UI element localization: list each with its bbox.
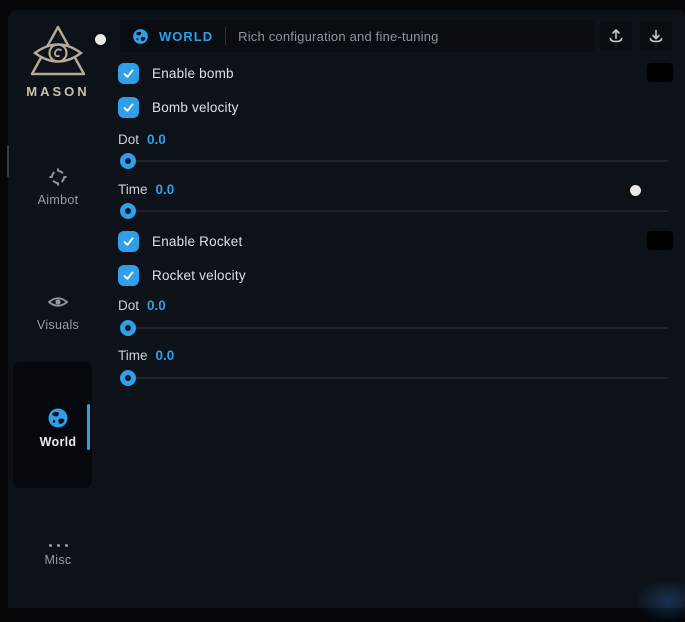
slider-handle[interactable]: [120, 153, 136, 169]
sidebar-item-world[interactable]: World: [8, 407, 108, 449]
brand-name: MASON: [8, 84, 108, 99]
enable-rocket-checkbox[interactable]: [118, 231, 139, 252]
rocket-time-slider[interactable]: [120, 369, 668, 386]
rocket-color-swatch[interactable]: [647, 231, 673, 250]
slider-name: Time: [118, 348, 148, 363]
page-header: WORLD Rich configuration and fine-tuning: [120, 20, 594, 52]
slider-value: 0.0: [147, 132, 166, 147]
toggle-label: Enable bomb: [152, 66, 234, 81]
toggle-row: Enable bomb: [118, 63, 234, 84]
bomb-color-swatch[interactable]: [647, 63, 673, 82]
sidebar-item-misc[interactable]: Misc: [8, 538, 108, 567]
slider-handle[interactable]: [120, 320, 136, 336]
slider-label: Time 0.0: [118, 348, 174, 363]
check-icon: [122, 235, 135, 248]
enable-bomb-checkbox[interactable]: [118, 63, 139, 84]
slider-value: 0.0: [147, 298, 166, 313]
slider-track[interactable]: [120, 327, 668, 329]
globe-icon: [8, 407, 108, 429]
toggle-row: Rocket velocity: [118, 265, 246, 286]
slider-name: Dot: [118, 298, 139, 313]
cheat-menu-window: [8, 10, 685, 608]
toggle-label: Rocket velocity: [152, 268, 246, 283]
download-icon: [648, 28, 664, 44]
eye-icon: [8, 292, 108, 312]
upload-icon: [608, 28, 624, 44]
import-config-button[interactable]: [640, 21, 672, 51]
all-seeing-eye-icon: [8, 24, 108, 80]
brand-logo: MASON: [8, 24, 108, 99]
toggle-row: Bomb velocity: [118, 97, 239, 118]
sidebar-item-visuals[interactable]: Visuals: [8, 292, 108, 332]
sidebar-item-label: Misc: [8, 553, 108, 567]
screen: MASON Aimbot Visuals: [0, 0, 685, 622]
check-icon: [122, 101, 135, 114]
sidebar-item-label: Aimbot: [8, 193, 108, 207]
rocket-velocity-checkbox[interactable]: [118, 265, 139, 286]
bomb-time-slider[interactable]: [120, 202, 668, 219]
page-subtitle: Rich configuration and fine-tuning: [238, 29, 438, 44]
slider-value: 0.0: [156, 348, 175, 363]
bomb-velocity-checkbox[interactable]: [118, 97, 139, 118]
page-title: WORLD: [159, 29, 213, 44]
ellipsis-icon: [8, 538, 108, 547]
toggle-label: Bomb velocity: [152, 100, 239, 115]
slider-track[interactable]: [120, 210, 668, 212]
globe-icon: [132, 28, 149, 45]
sidebar-item-label: World: [8, 435, 108, 449]
slider-label: Time 0.0: [118, 182, 174, 197]
slider-label: Dot 0.0: [118, 132, 166, 147]
slider-track[interactable]: [120, 160, 668, 162]
slider-name: Dot: [118, 132, 139, 147]
bomb-dot-slider[interactable]: [120, 152, 668, 169]
slider-label: Dot 0.0: [118, 298, 166, 313]
slider-track[interactable]: [120, 377, 668, 379]
slider-handle[interactable]: [120, 370, 136, 386]
header-divider: [225, 27, 226, 45]
corner-glow: [633, 578, 685, 622]
crosshair-icon: [8, 167, 108, 187]
check-icon: [122, 269, 135, 282]
cursor-dot: [630, 185, 641, 196]
check-icon: [122, 67, 135, 80]
slider-name: Time: [118, 182, 148, 197]
sidebar-item-aimbot[interactable]: Aimbot: [8, 167, 108, 207]
rocket-dot-slider[interactable]: [120, 319, 668, 336]
slider-value: 0.0: [156, 182, 175, 197]
sidebar-item-label: Visuals: [8, 318, 108, 332]
slider-handle[interactable]: [120, 203, 136, 219]
cursor-dot: [95, 34, 106, 45]
toggle-row: Enable Rocket: [118, 231, 242, 252]
toggle-label: Enable Rocket: [152, 234, 242, 249]
sidebar: MASON Aimbot Visuals: [8, 10, 108, 608]
export-config-button[interactable]: [600, 21, 632, 51]
